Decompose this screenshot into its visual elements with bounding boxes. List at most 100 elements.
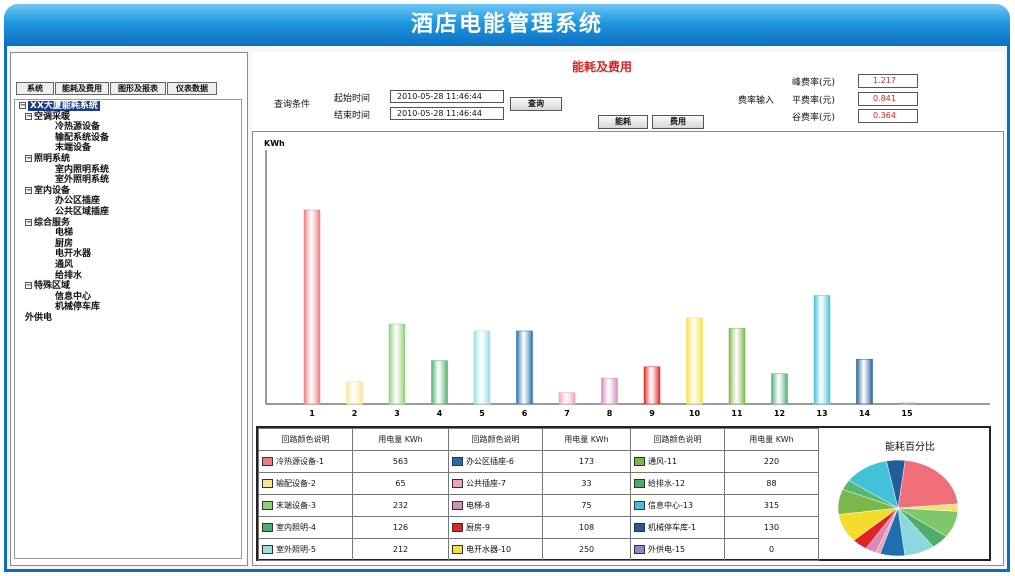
- collapse-icon[interactable]: −: [25, 218, 32, 226]
- start-time-field[interactable]: 2010-05-28 11:46:44: [390, 90, 504, 103]
- tree-item[interactable]: − 空调采暖: [25, 112, 70, 122]
- bar-chart-svg: KWh1 2 3 4 5 6 7 8 9 10 11 12 13 14 15: [264, 139, 990, 418]
- circuit-name: 电开水器-10: [466, 545, 512, 554]
- tree-item[interactable]: − 综合服务: [25, 218, 70, 228]
- collapse-icon[interactable]: −: [25, 186, 32, 194]
- tree-item[interactable]: 办公区插座: [55, 196, 100, 206]
- tree-item-label: 综合服务: [34, 217, 71, 228]
- tree-item[interactable]: − 照明系统: [25, 154, 70, 164]
- tree-item-label: 照明系统: [34, 154, 71, 164]
- column-header-color: 回路颜色说明: [630, 428, 725, 451]
- end-time-label: 结束时间: [334, 111, 371, 121]
- circuit-name: 冷热源设备-1: [276, 457, 324, 466]
- tree-item[interactable]: 通风: [55, 260, 73, 270]
- legend-table-area: 回路颜色说明 用电量 KWh 回路颜色说明 用电量 KWh 回路颜色说明 用电量 KWh 冷…: [256, 426, 991, 561]
- tab-system[interactable]: 系统: [16, 82, 54, 95]
- energy-bar-chart: KWh 1 2 3 4 5 6 7 8 9 10 11 12 13 14 15: [256, 136, 1000, 420]
- kwh-value: 220: [724, 450, 819, 473]
- tree-item[interactable]: − XX大厦能耗系统: [19, 101, 100, 111]
- kwh-value: 232: [352, 494, 449, 517]
- device-tree: − XX大厦能耗系统 − 空调采暖 冷热源设备 输配系统设备 末端设备 − 照明系统 室内照明系统…: [14, 99, 242, 559]
- flat-rate-label: 平费率(元): [792, 96, 836, 106]
- table-row: 室内照明-4 126 厨房-9 108 机械停车库-1 130: [258, 516, 819, 539]
- energy-button[interactable]: 能耗: [598, 115, 648, 129]
- collapse-icon[interactable]: −: [19, 102, 26, 109]
- circuit-name-cell: 信息中心-13: [630, 494, 725, 517]
- circuit-name-cell: 室内照明-4: [258, 516, 353, 539]
- x-tick-label: 10: [689, 409, 701, 418]
- tree-item[interactable]: 冷热源设备: [55, 122, 100, 132]
- x-tick-label: 13: [816, 409, 827, 418]
- collapse-icon[interactable]: −: [25, 155, 32, 162]
- circuit-name: 末端设备-3: [276, 501, 316, 510]
- pie-slice: [897, 460, 959, 509]
- query-button[interactable]: 查询: [510, 97, 562, 111]
- tree-item[interactable]: − 特殊区域: [25, 281, 70, 291]
- tree-item[interactable]: 室内照明系统: [55, 165, 109, 175]
- pie-chart-box: 能耗百分比: [830, 428, 990, 559]
- column-header-color: 回路颜色说明: [258, 428, 353, 451]
- column-header-kwh: 用电量 KWh: [352, 428, 449, 451]
- tree-item-label: 办公区插座: [55, 196, 101, 207]
- bar: [303, 209, 321, 405]
- color-swatch: [634, 501, 645, 510]
- kwh-value: 250: [542, 538, 631, 561]
- collapse-icon[interactable]: −: [25, 112, 32, 120]
- collapse-icon[interactable]: −: [25, 282, 32, 290]
- valley-rate-field[interactable]: 0.364: [858, 109, 918, 123]
- panel-title: 能耗及费用: [572, 60, 633, 74]
- tab-graph-report[interactable]: 图形及报表: [110, 82, 166, 95]
- circuit-name-cell: 办公区插座-6: [448, 450, 543, 473]
- table-row: 输配设备-2 65 公共插座-7 33 给排水-12 88: [258, 472, 819, 495]
- tree-item[interactable]: 厨房: [55, 239, 73, 249]
- tab-energy-cost[interactable]: 能耗及费用: [55, 82, 109, 95]
- circuit-name: 输配设备-2: [276, 479, 316, 488]
- color-swatch: [634, 457, 645, 466]
- kwh-value: 130: [724, 516, 819, 539]
- circuit-name-cell: 末端设备-3: [258, 494, 353, 517]
- x-tick-label: 9: [649, 409, 655, 418]
- tab-meter-data[interactable]: 仪表数据: [167, 82, 217, 95]
- color-swatch: [634, 479, 645, 488]
- kwh-value: 563: [352, 450, 449, 473]
- tree-item[interactable]: 电开水器: [55, 249, 91, 259]
- circuit-name: 办公区插座-6: [466, 457, 514, 466]
- flat-rate-field[interactable]: 0.841: [858, 92, 918, 106]
- circuit-name: 外供电-15: [648, 545, 686, 554]
- circuit-name-cell: 公共插座-7: [448, 472, 543, 495]
- circuit-name: 室外照明-5: [276, 545, 316, 554]
- circuit-name-cell: 机械停车库-1: [630, 516, 725, 539]
- tree-item[interactable]: 输配系统设备: [55, 133, 109, 143]
- tree-item[interactable]: 末端设备: [55, 143, 91, 153]
- circuit-name: 给排水-12: [648, 479, 686, 488]
- x-tick-label: 14: [859, 409, 871, 418]
- tree-item[interactable]: 公共区域插座: [55, 207, 109, 217]
- tree-item-label: 电梯: [55, 228, 74, 239]
- bar: [431, 360, 448, 405]
- circuit-name: 厨房-9: [466, 523, 490, 532]
- rate-input-label: 费率输入: [738, 96, 775, 106]
- tree-item[interactable]: 信息中心: [55, 292, 91, 302]
- tree-item-label: 室内照明系统: [55, 164, 110, 175]
- tree-item[interactable]: 室外照明系统: [55, 175, 109, 185]
- column-header-kwh: 用电量 KWh: [542, 428, 631, 451]
- tree-item[interactable]: 机械停车库: [55, 302, 100, 312]
- end-time-field[interactable]: 2010-05-28 11:46:44: [390, 107, 504, 120]
- kwh-value: 173: [542, 450, 631, 473]
- tree-item[interactable]: 电梯: [55, 228, 73, 238]
- circuit-name-cell: 输配设备-2: [258, 472, 353, 495]
- tree-item-label: 室外照明系统: [55, 175, 110, 186]
- circuit-name-cell: 给排水-12: [630, 472, 725, 495]
- kwh-value: 75: [542, 494, 631, 517]
- cost-button[interactable]: 费用: [652, 115, 704, 129]
- tree-item[interactable]: − 室内设备: [25, 186, 70, 196]
- tree-item[interactable]: 给排水: [55, 271, 82, 281]
- circuit-name: 电梯-8: [466, 501, 490, 510]
- circuit-name: 通风-11: [648, 457, 678, 466]
- bar: [601, 377, 618, 405]
- bar: [728, 327, 746, 405]
- tree-item[interactable]: 外供电: [25, 313, 52, 323]
- color-swatch: [452, 479, 463, 488]
- peak-rate-field[interactable]: 1.217: [858, 74, 918, 88]
- color-swatch: [262, 523, 273, 532]
